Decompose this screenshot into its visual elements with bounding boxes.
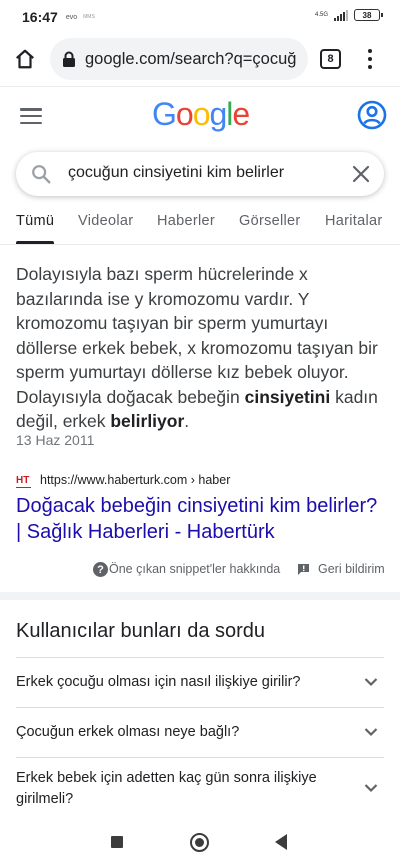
- result-source[interactable]: HT https://www.haberturk.com › haber: [16, 470, 376, 490]
- lock-icon: [63, 51, 75, 67]
- carrier-label: evo: [65, 13, 78, 21]
- snippet-bold-term: belirliyor: [110, 411, 185, 431]
- snippet-footer: ? Öne çıkan snippet'ler hakkında Geri bi…: [0, 560, 400, 580]
- carrier-mms-label: MMS: [83, 14, 95, 20]
- google-header: Google: [0, 88, 400, 146]
- browser-toolbar: google.com/search?q=çocuğ 8: [0, 36, 400, 82]
- source-url[interactable]: https://www.haberturk.com › haber: [40, 473, 230, 487]
- home-icon[interactable]: [12, 46, 38, 72]
- chevron-down-icon: [364, 727, 378, 736]
- logo-letter: o: [175, 96, 194, 132]
- status-time: 16:47: [22, 9, 58, 25]
- search-input[interactable]: çocuğun cinsiyetini kim belirler: [68, 164, 284, 182]
- help-icon[interactable]: ?: [93, 562, 108, 577]
- search-icon[interactable]: [30, 163, 52, 185]
- system-nav-bar: [0, 818, 400, 866]
- network-type: 4.5G: [314, 12, 328, 18]
- battery-icon: 38: [354, 9, 383, 21]
- recents-icon[interactable]: [111, 836, 123, 848]
- paa-question-text: Erkek çocuğu olması için nasıl ilişkiye …: [16, 674, 301, 690]
- logo-letter: g: [209, 96, 227, 132]
- about-snippets-link[interactable]: Öne çıkan snippet'ler hakkında: [109, 562, 280, 576]
- status-indicators: 4.5G 38: [314, 9, 383, 21]
- tab-count: 8: [327, 53, 334, 65]
- address-bar[interactable]: google.com/search?q=çocuğ: [50, 38, 308, 80]
- snippet-bold-term: cinsiyetini: [244, 386, 331, 407]
- chevron-down-icon: [364, 783, 378, 792]
- feedback-icon[interactable]: [297, 563, 310, 576]
- paa-question-text: Erkek bebek için adetten kaç gün sonra i…: [16, 769, 317, 807]
- clear-icon[interactable]: [352, 165, 370, 183]
- paa-question[interactable]: Erkek bebek için adetten kaç gün sonra i…: [16, 757, 384, 819]
- search-tabs: Tümü Videolar Haberler Görseller Harital…: [0, 204, 400, 244]
- tab-videos[interactable]: Videolar: [78, 213, 133, 229]
- status-bar: 16:47 evo MMS 4.5G 38: [0, 0, 400, 34]
- tab-maps[interactable]: Haritalar: [325, 213, 383, 229]
- snippet-date: 13 Haz 2011: [16, 432, 95, 448]
- snippet-text-part: Dolayısıyla bazı sperm hücrelerinde x ba…: [16, 264, 378, 407]
- site-favicon: HT: [16, 473, 32, 488]
- logo-letter: o: [192, 96, 211, 132]
- overflow-menu-icon[interactable]: [362, 46, 378, 72]
- battery-level: 38: [362, 10, 372, 20]
- tabs-count-icon[interactable]: 8: [320, 49, 341, 69]
- section-separator: [0, 592, 400, 600]
- paa-question[interactable]: Çocuğun erkek olması neye bağlı?: [16, 707, 384, 757]
- hamburger-menu-icon[interactable]: [20, 108, 42, 124]
- paa-heading: Kullanıcılar bunları da sordu: [16, 620, 266, 642]
- signal-icon: [334, 9, 348, 21]
- snippet-text-part: .: [184, 411, 190, 431]
- back-icon[interactable]: [275, 834, 287, 850]
- result-title-link[interactable]: Doğacak bebeğin cinsiyetini kim belirler…: [16, 493, 380, 545]
- chevron-down-icon: [364, 677, 378, 686]
- logo-letter: e: [232, 96, 250, 132]
- url-text: google.com/search?q=çocuğ: [85, 49, 297, 68]
- google-logo[interactable]: Google: [152, 96, 250, 133]
- paa-list: Erkek çocuğu olması için nasıl ilişkiye …: [16, 657, 384, 819]
- tabs-divider: [0, 244, 400, 245]
- tab-news[interactable]: Haberler: [157, 213, 215, 229]
- featured-snippet-text: Dolayısıyla bazı sperm hücrelerinde x ba…: [16, 262, 382, 434]
- tab-images[interactable]: Görseller: [239, 213, 301, 229]
- paa-question[interactable]: Erkek çocuğu olması için nasıl ilişkiye …: [16, 657, 384, 707]
- paa-question-text: Çocuğun erkek olması neye bağlı?: [16, 724, 240, 740]
- feedback-link[interactable]: Geri bildirim: [318, 562, 385, 576]
- account-icon[interactable]: [357, 100, 387, 130]
- search-box[interactable]: çocuğun cinsiyetini kim belirler: [16, 152, 384, 196]
- logo-letter: G: [152, 96, 177, 132]
- tab-all[interactable]: Tümü: [16, 213, 54, 229]
- home-nav-icon[interactable]: [190, 833, 209, 852]
- toolbar-divider: [0, 86, 400, 87]
